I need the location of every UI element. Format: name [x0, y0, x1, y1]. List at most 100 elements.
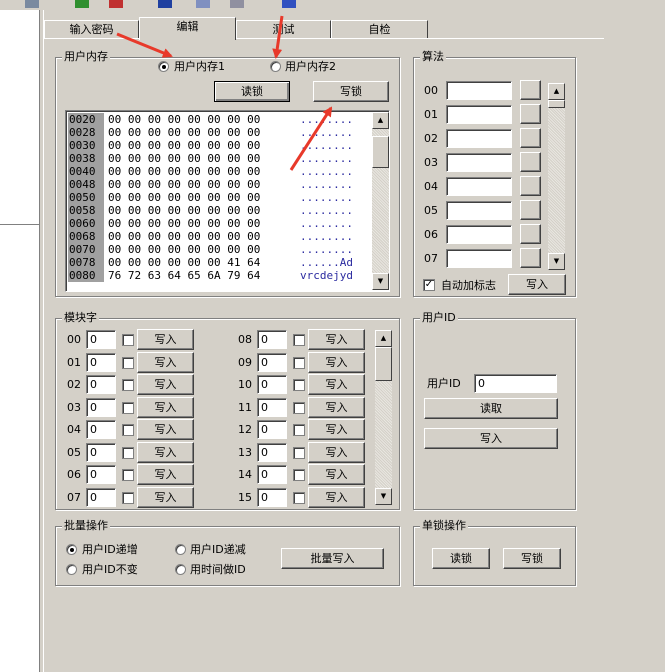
left-tree-pane[interactable]: [0, 10, 40, 672]
module-word-input[interactable]: 0: [86, 352, 116, 372]
scroll-up-icon[interactable]: ▲: [375, 330, 392, 347]
module-word-checkbox[interactable]: [293, 469, 305, 481]
module-write-button[interactable]: 写入: [308, 351, 365, 373]
hex-row[interactable]: 0080 76 72 63 64 65 6A 79 64 vrcdejyd: [68, 269, 372, 282]
algorithm-row-button[interactable]: [520, 200, 541, 220]
scroll-down-icon[interactable]: ▼: [372, 273, 389, 290]
module-write-button[interactable]: 写入: [137, 396, 194, 418]
module-word-checkbox[interactable]: [122, 401, 134, 414]
module-word-checkbox[interactable]: [293, 446, 305, 459]
hex-row[interactable]: 0068 00 00 00 00 00 00 00 00........: [68, 230, 372, 243]
id-increment-radio[interactable]: [66, 544, 77, 555]
module-word-input[interactable]: 0: [86, 330, 116, 349]
module-word-input[interactable]: 0: [86, 442, 116, 462]
module-word-input[interactable]: 0: [86, 465, 116, 484]
algorithm-input[interactable]: [446, 225, 512, 244]
scroll-up-icon[interactable]: ▲: [372, 112, 389, 129]
write-lock-button[interactable]: 写锁: [313, 81, 389, 102]
module-write-button[interactable]: 写入: [308, 486, 365, 508]
tab-selfcheck[interactable]: 自检: [331, 20, 428, 39]
algorithm-scrollbar[interactable]: ▲ ▼: [548, 83, 565, 270]
module-word-input[interactable]: 0: [257, 352, 287, 372]
single-read-lock-button[interactable]: 读锁: [432, 548, 490, 569]
user-memory2-radio[interactable]: [270, 61, 281, 72]
algorithm-row-button[interactable]: [520, 104, 541, 124]
algorithm-input[interactable]: [446, 81, 512, 100]
module-word-input[interactable]: 0: [257, 397, 287, 417]
module-word-input[interactable]: 0: [257, 487, 287, 507]
module-write-button[interactable]: 写入: [308, 396, 365, 418]
user-id-input[interactable]: 0: [474, 374, 557, 393]
scroll-thumb[interactable]: [375, 347, 392, 381]
module-word-checkbox[interactable]: [122, 469, 134, 481]
module-word-checkbox[interactable]: [122, 491, 134, 504]
module-word-checkbox[interactable]: [122, 446, 134, 459]
module-word-checkbox[interactable]: [293, 401, 305, 414]
module-word-checkbox[interactable]: [293, 491, 305, 504]
algorithm-row-button[interactable]: [520, 152, 541, 172]
algorithm-input[interactable]: [446, 249, 512, 268]
module-word-input[interactable]: 0: [257, 375, 287, 394]
hex-row[interactable]: 0040 00 00 00 00 00 00 00 00........: [68, 165, 372, 178]
module-write-button[interactable]: 写入: [137, 464, 194, 485]
module-write-button[interactable]: 写入: [137, 351, 194, 373]
scroll-thumb[interactable]: [548, 100, 565, 108]
module-write-button[interactable]: 写入: [137, 419, 194, 440]
scroll-thumb[interactable]: [372, 136, 389, 168]
info-icon[interactable]: [282, 0, 296, 8]
batch-write-button[interactable]: 批量写入: [281, 548, 384, 569]
paste-icon[interactable]: [230, 0, 244, 8]
read-lock-button[interactable]: 读锁: [214, 81, 290, 102]
hex-row[interactable]: 0070 00 00 00 00 00 00 00 00........: [68, 243, 372, 256]
algorithm-input[interactable]: [446, 153, 512, 172]
copy-icon[interactable]: [196, 0, 210, 8]
module-write-button[interactable]: 写入: [308, 441, 365, 463]
hex-row[interactable]: 0058 00 00 00 00 00 00 00 00........: [68, 204, 372, 217]
module-word-input[interactable]: 0: [257, 420, 287, 439]
tab-input-password[interactable]: 输入密码: [44, 20, 139, 39]
algorithm-input[interactable]: [446, 129, 512, 148]
algorithm-row-button[interactable]: [520, 248, 541, 268]
algorithm-write-button[interactable]: 写入: [508, 274, 566, 295]
algorithm-input[interactable]: [446, 177, 512, 196]
scroll-down-icon[interactable]: ▼: [548, 253, 565, 270]
hex-row[interactable]: 0038 00 00 00 00 00 00 00 00........: [68, 152, 372, 165]
module-write-button[interactable]: 写入: [308, 329, 365, 350]
algorithm-row-button[interactable]: [520, 80, 541, 100]
hex-row[interactable]: 0050 00 00 00 00 00 00 00 00........: [68, 191, 372, 204]
id-unchanged-radio[interactable]: [66, 564, 77, 575]
module-word-checkbox[interactable]: [122, 334, 134, 346]
module-write-button[interactable]: 写入: [308, 374, 365, 395]
user-memory1-radio[interactable]: [158, 61, 169, 72]
hex-row[interactable]: 0030 00 00 00 00 00 00 00 00........: [68, 139, 372, 152]
hex-editor[interactable]: 0020 00 00 00 00 00 00 00 00........ 0028 0…: [65, 110, 390, 292]
read-id-button[interactable]: 读取: [424, 398, 558, 419]
cut-icon[interactable]: [158, 0, 172, 8]
module-write-button[interactable]: 写入: [137, 486, 194, 508]
module-word-checkbox[interactable]: [293, 379, 305, 391]
module-word-checkbox[interactable]: [293, 334, 305, 346]
module-word-checkbox[interactable]: [293, 356, 305, 369]
id-decrement-radio[interactable]: [175, 544, 186, 555]
hex-row[interactable]: 0048 00 00 00 00 00 00 00 00........: [68, 178, 372, 191]
time-as-id-radio[interactable]: [175, 564, 186, 575]
module-write-button[interactable]: 写入: [137, 374, 194, 395]
scroll-down-icon[interactable]: ▼: [375, 488, 392, 505]
hex-row[interactable]: 0020 00 00 00 00 00 00 00 00........: [68, 113, 372, 126]
module-word-input[interactable]: 0: [86, 420, 116, 439]
scroll-up-icon[interactable]: ▲: [548, 83, 565, 100]
algorithm-row-button[interactable]: [520, 128, 541, 148]
tab-test[interactable]: 测试: [236, 20, 331, 39]
tab-edit[interactable]: 编辑: [139, 17, 236, 40]
auto-flag-checkbox[interactable]: ✓: [423, 279, 435, 291]
module-word-checkbox[interactable]: [293, 424, 305, 436]
module-word-input[interactable]: 0: [86, 397, 116, 417]
hex-scrollbar[interactable]: ▲ ▼: [372, 112, 389, 290]
algorithm-input[interactable]: [446, 201, 512, 220]
refresh-icon[interactable]: [75, 0, 89, 8]
hex-row[interactable]: 0028 00 00 00 00 00 00 00 00........: [68, 126, 372, 139]
module-word-checkbox[interactable]: [122, 356, 134, 369]
hex-row[interactable]: 0060 00 00 00 00 00 00 00 00........: [68, 217, 372, 230]
stop-icon[interactable]: [109, 0, 123, 8]
module-write-button[interactable]: 写入: [137, 441, 194, 463]
